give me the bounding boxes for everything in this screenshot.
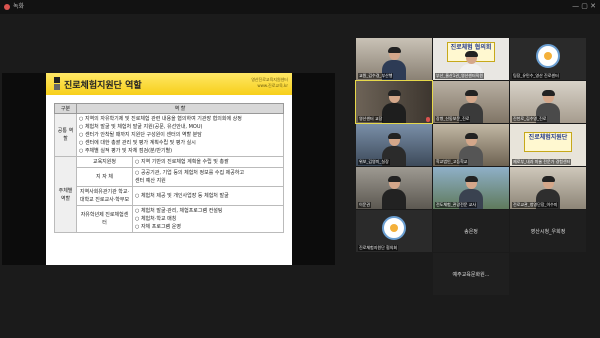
participant-name: 영산센터 교장	[358, 116, 384, 122]
list-item: ○ 체험처·학교 매칭	[135, 216, 177, 222]
participant-video-tile[interactable]: 위보_김영미_실장	[356, 124, 432, 166]
table-header-row: 구분 역 할	[54, 103, 284, 114]
org-url: www.진로교육.kr	[257, 83, 288, 88]
participant-video-tile[interactable]: 팀장_유민수_영산 진로센터	[510, 38, 586, 80]
sub-label: 지 자 체	[76, 167, 133, 187]
col-header: 역 할	[76, 103, 284, 114]
participant-name: 학교법인_고등학교	[435, 159, 469, 165]
participant-name: 부산_울산1권_영산센터직원	[435, 73, 485, 79]
list-item: ○ 지역 기반의 진로체험 계획을 수립 및 총괄	[135, 159, 229, 165]
participant-name: 송은정	[464, 229, 478, 235]
participant-name: 진로체험지원단 협의회	[358, 245, 399, 251]
row-label: 공통 역할	[54, 113, 77, 157]
participant-video-tile[interactable]: 진천로_김수영_진로	[510, 81, 586, 123]
list-item: ○ 센터에 대한 총괄 관리 및 평가 계획수립 및 평가 실시	[79, 140, 196, 146]
participant-name: 제로부_내과 미술 전문가 경험센터	[512, 159, 572, 165]
row-label: 주체별 역할	[54, 156, 77, 233]
window-title: 녹화	[13, 3, 25, 10]
participant-video-tile[interactable]: 장병_신동보문_진로	[433, 81, 509, 123]
sign-board: 진로체험지원단	[524, 132, 572, 152]
video-conference-window: 녹화 — ▢ ✕ 진로체험지원단 역할 영산진로교육지원센터 www.진로교육.…	[0, 0, 600, 338]
presentation-slide: 진로체험지원단 역할 영산진로교육지원센터 www.진로교육.kr 구분 역 할…	[46, 73, 292, 265]
role-cell: ○ 체험처 발굴·관리, 체험프로그램 컨설팅 ○ 체험처·학교 매칭 ○ 자체…	[132, 205, 284, 233]
participant-video-tile[interactable]: 이문권	[356, 167, 432, 209]
role-cell: ○ 지역 기반의 진로체험 계획을 수립 및 총괄	[132, 156, 284, 168]
list-item: ○ 체험처 발굴·관리, 체험프로그램 컨설팅	[135, 208, 223, 214]
list-item: ○ 자체 프로그램 운영	[135, 224, 181, 230]
participant-name: 위보_김영미_실장	[358, 159, 390, 165]
participant-name: 장병_신동보문_진로	[435, 116, 471, 122]
slide-header: 진로체험지원단 역할 영산진로교육지원센터 www.진로교육.kr	[46, 73, 292, 95]
list-item: ○ 체험처 발굴 및 체험처 발굴 지원(공문, 유선안내, MOU)	[79, 124, 203, 130]
list-item: 센터 예산 지원	[135, 178, 166, 184]
participant-avatar	[382, 90, 406, 123]
org-name: 영산진로교육지원센터	[251, 77, 288, 82]
sub-label: 자유학년제 진로체험센터	[76, 205, 133, 233]
table-row: 지 자 체 ○ 공공기관, 기업 등의 체험처 정보를 수집 제공하고 센터 예…	[55, 167, 284, 187]
title-bullet-icon	[54, 84, 60, 90]
role-cell: ○ 공공기관, 기업 등의 체험처 정보를 수집 제공하고 센터 예산 지원	[132, 167, 284, 187]
participant-video-tile[interactable]: 진로체험지원단 협의회	[356, 210, 432, 252]
organization-logo-icon	[536, 44, 560, 68]
mic-muted-icon	[426, 117, 430, 122]
slide-title: 진로체험지원단 역할	[64, 81, 142, 91]
participant-video-tile[interactable]: 송은정	[433, 210, 509, 252]
list-item: ○ 센터가 안착될 때까지 지원단 구성원이 센터의 역할 분담	[79, 132, 202, 138]
list-item: ○ 주체별 실적 평가 및 자체 점검(분/반기별)	[79, 148, 173, 154]
list-item: ○ 공공기관, 기업 등의 체험처 정보를 수집 제공하고	[135, 170, 245, 176]
participant-name: 전로교관_청영단장_이수미	[512, 202, 559, 208]
participant-name: 진천로_김수영_진로	[512, 116, 548, 122]
role-table: 구분 역 할 공통 역할 ○ 지역의 자유학기제 및 진로체험 관련 내용을 협…	[54, 103, 284, 233]
participant-video-tile[interactable]: 영산시청_우희정	[510, 210, 586, 252]
participant-name: 팀장_유민수_영산 진로센터	[512, 73, 560, 79]
window-controls[interactable]: — ▢ ✕	[572, 2, 596, 10]
list-item: ○ 지역의 자유학기제 및 진로체험 관련 내용을 협의하여 기관장 협의회에 …	[79, 116, 242, 122]
title-bullet-icon	[54, 77, 60, 83]
participant-video-tile[interactable]: 학교법인_고등학교	[433, 124, 509, 166]
organization-logo-icon	[382, 216, 406, 240]
table-row: 공통 역할 ○ 지역의 자유학기제 및 진로체험 관련 내용을 협의하여 기관장…	[54, 113, 284, 157]
participant-name: 예주교육문화원...	[452, 272, 490, 278]
table-row: 지역사회유관기관 학교·대학교 진로교사·학부모 ○ 체험처 제공 및 개인사업…	[55, 186, 284, 206]
participant-video-tile[interactable]: 영산센터 교장	[355, 80, 433, 124]
participant-video-tile[interactable]: 전로교관_청영단장_이수미	[510, 167, 586, 209]
table-row: 주체별 역할 교육지원청 ○ 지역 기반의 진로체험 계획을 수립 및 총괄	[54, 156, 284, 233]
table-row: 자유학년제 진로체험센터 ○ 체험처 발굴·관리, 체험프로그램 컨설팅 ○ 체…	[55, 205, 284, 233]
role-cell: ○ 체험처 제공 및 개인사업장 등 체험처 발굴	[132, 186, 284, 206]
participant-name: 전도체험_관광전문 교사	[435, 202, 478, 208]
participant-video-tile[interactable]: 교원_김수경_부산행	[356, 38, 432, 80]
participant-video-tile[interactable]: 예주교육문화원...	[433, 253, 509, 295]
participant-name: 교원_김수경_부산행	[358, 73, 394, 79]
common-role-items: ○ 지역의 자유학기제 및 진로체험 관련 내용을 협의하여 기관장 협의회에 …	[76, 113, 284, 157]
participant-avatar	[382, 176, 406, 209]
col-header: 구분	[54, 103, 77, 114]
record-icon	[4, 4, 10, 10]
slide-org: 영산진로교육지원센터 www.진로교육.kr	[251, 77, 288, 89]
participant-video-tile[interactable]: 진로체험 협의회 부산_울산1권_영산센터직원	[433, 38, 509, 80]
participant-video-tile[interactable]: 진로체험지원단 제로부_내과 미술 전문가 경험센터	[510, 124, 586, 166]
participant-video-tile[interactable]: 전도체험_관광전문 교사	[433, 167, 509, 209]
sub-label: 교육지원청	[76, 156, 133, 168]
shared-screen: 진로체험지원단 역할 영산진로교육지원센터 www.진로교육.kr 구분 역 할…	[2, 73, 335, 265]
sub-label: 지역사회유관기관 학교·대학교 진로교사·학부모	[76, 186, 133, 206]
title-bar: 녹화 — ▢ ✕	[0, 0, 600, 14]
participant-name: 영산시청_우희정	[530, 229, 566, 235]
participant-name: 이문권	[358, 202, 372, 208]
list-item: ○ 체험처 제공 및 개인사업장 등 체험처 발굴	[135, 193, 229, 199]
